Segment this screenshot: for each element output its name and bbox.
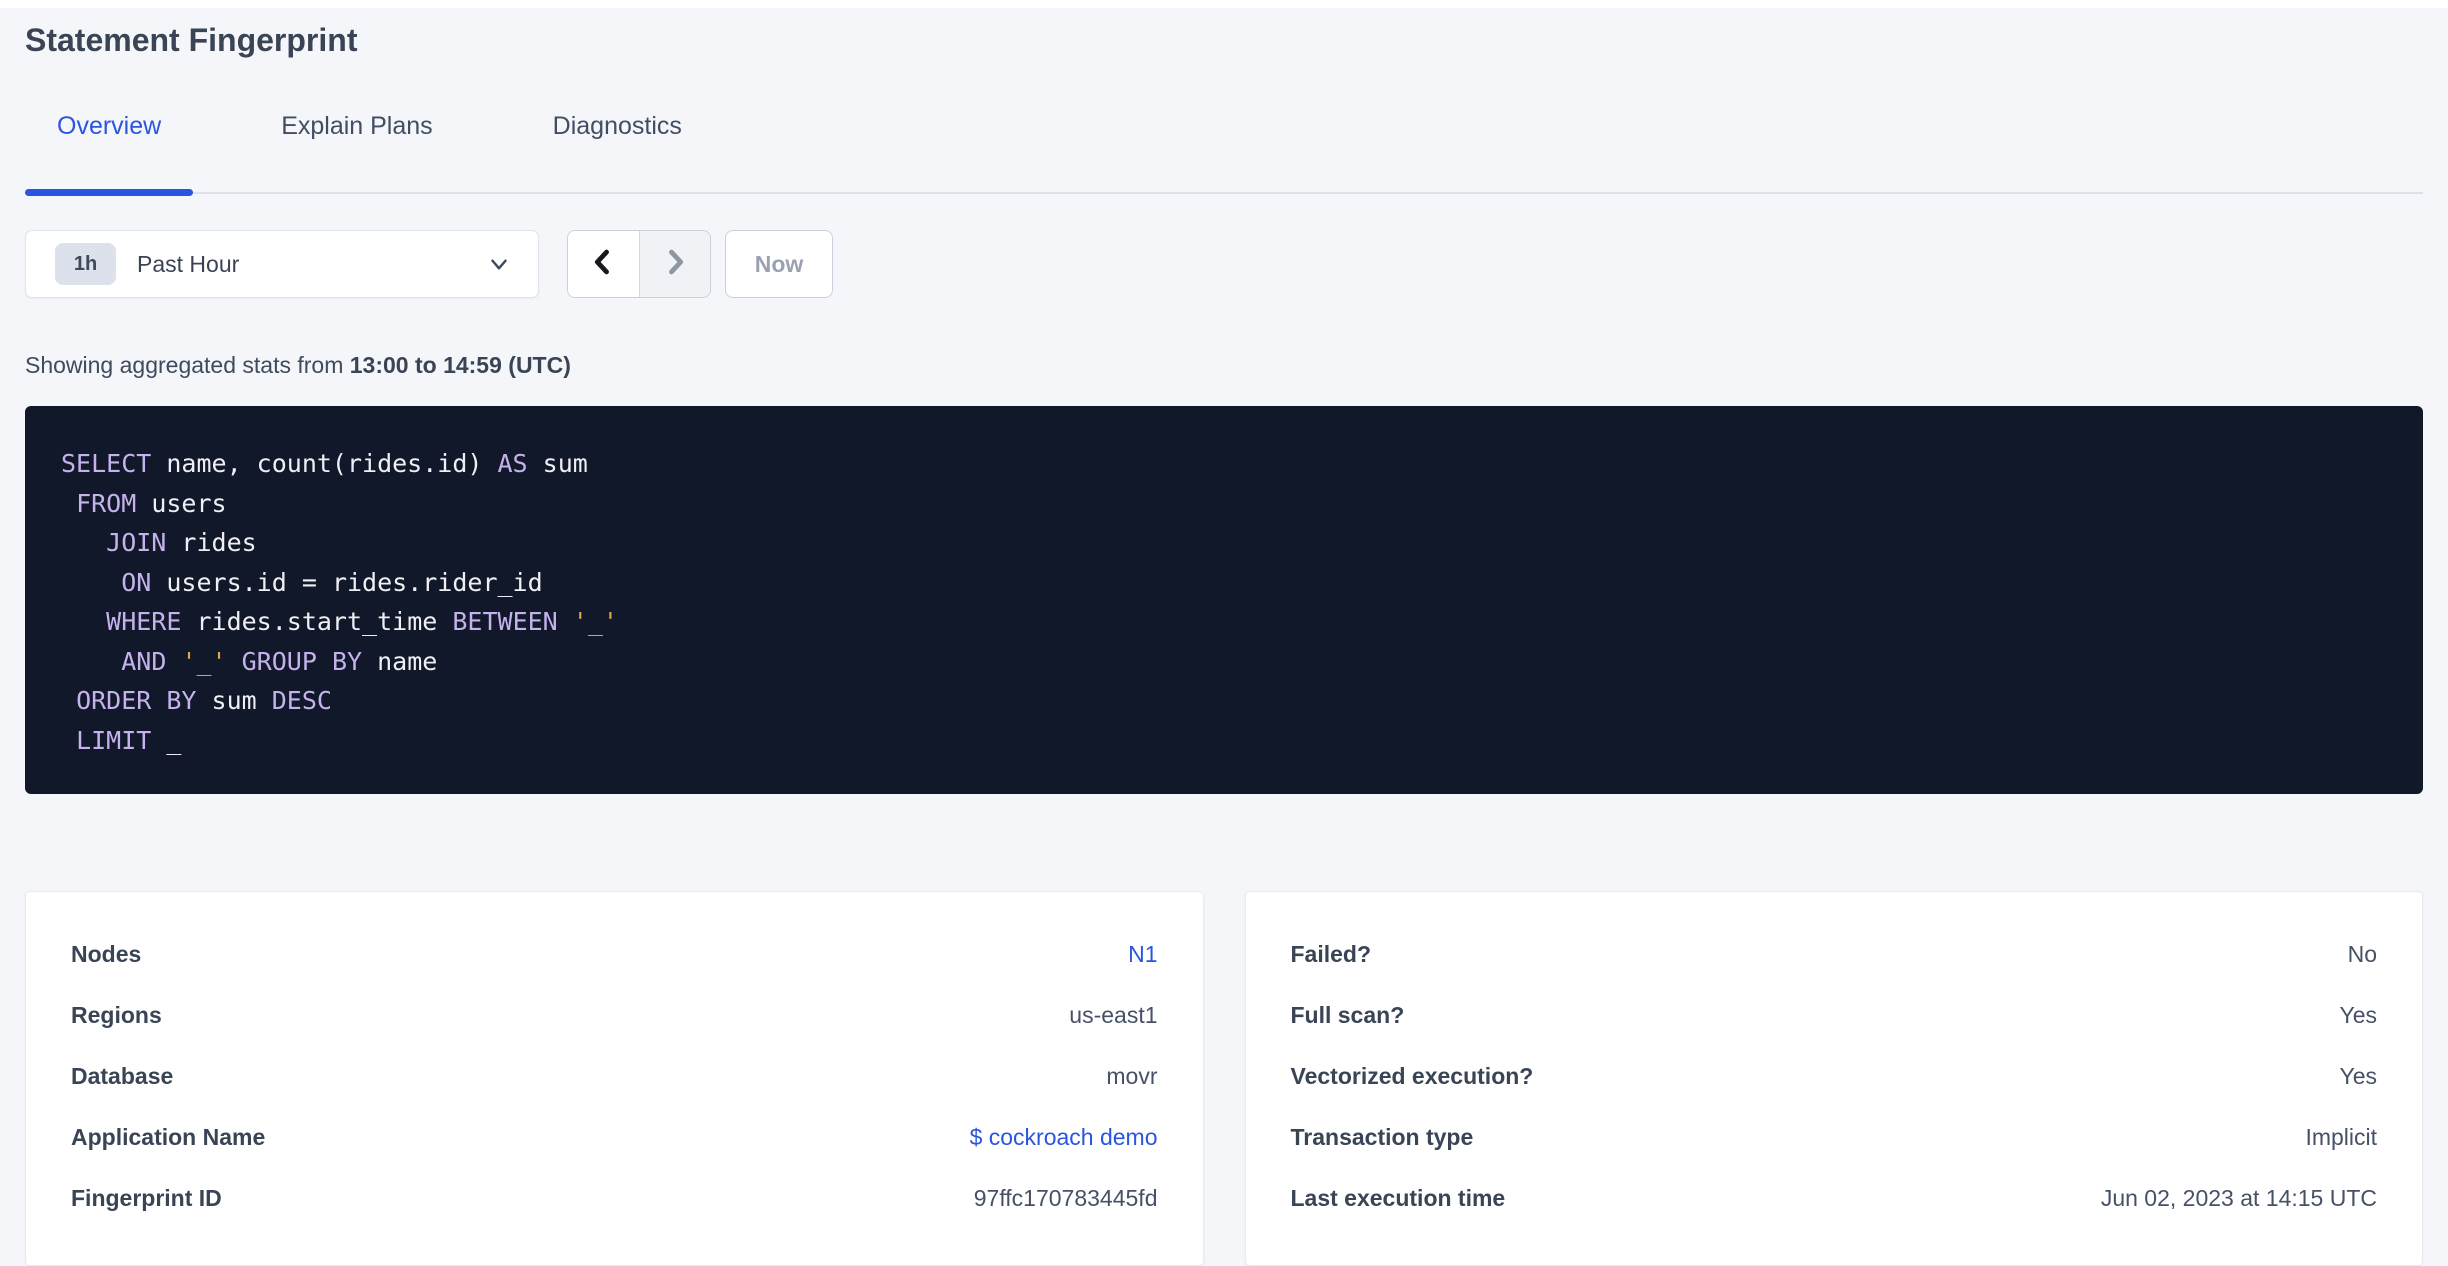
tab-diagnostics-label: Diagnostics	[552, 112, 682, 140]
info-row-value: Yes	[2339, 1063, 2377, 1089]
info-row: Nodes N1	[71, 924, 1158, 985]
tab-overview[interactable]: Overview	[25, 110, 194, 196]
info-row: Application Name $ cockroach demo	[71, 1107, 1158, 1168]
sql-line: LIMIT _	[76, 725, 182, 755]
previous-interval-button[interactable]	[568, 231, 640, 297]
info-row-value-link[interactable]: N1	[1128, 941, 1157, 968]
chevron-left-icon	[586, 245, 620, 284]
chevron-down-icon	[486, 251, 512, 277]
info-row-value: Implicit	[2305, 1124, 2377, 1150]
info-row: Last execution time Jun 02, 2023 at 14:15…	[1291, 1168, 2378, 1229]
page-title: Statement Fingerprint	[25, 22, 358, 58]
sql-statement-box: SELECT name, count(rides.id) AS sum FROM…	[25, 406, 2423, 794]
info-row-value: us-east1	[1069, 1002, 1158, 1028]
info-row: Failed? No	[1291, 924, 2378, 985]
top-strip	[0, 0, 2448, 8]
tab-explain-plans[interactable]: Explain Plans	[249, 110, 464, 192]
time-picker-row: 1h Past Hour Now	[25, 230, 2423, 298]
time-range-select[interactable]: 1h Past Hour	[25, 230, 539, 298]
info-row-value: 97ffc170783445fd	[973, 1185, 1158, 1211]
info-row-label: Database	[71, 1063, 174, 1089]
info-row-label: Regions	[71, 1002, 162, 1028]
info-cards-row: Nodes N1 Regions us-east1 Database movr Applic…	[25, 891, 2423, 1266]
statement-details-card: Nodes N1 Regions us-east1 Database movr Applic…	[25, 891, 1204, 1266]
info-row-label: Failed?	[1290, 941, 1372, 967]
info-row: Database movr	[71, 1046, 1158, 1107]
sql-line: FROM users	[76, 488, 227, 518]
execution-attributes-card: Failed? No Full scan? Yes Vectorized executi…	[1244, 891, 2423, 1266]
sql-line: ORDER BY sum DESC	[76, 686, 332, 715]
execution-attributes-rows: Failed? No Full scan? Yes Vectorized executi…	[1291, 924, 2378, 1229]
now-button-label: Now	[754, 250, 804, 277]
info-row-label: Vectorized execution?	[1290, 1063, 1534, 1089]
tab-bar: Overview Explain Plans Diagnostics	[25, 110, 2423, 196]
info-row-value-link[interactable]: $ cockroach demo	[970, 1124, 1158, 1151]
info-row-value: Jun 02, 2023 at 14:15 UTC	[2100, 1185, 2377, 1211]
sql-line: JOIN rides	[106, 528, 257, 557]
now-button[interactable]: Now	[725, 230, 833, 298]
info-row-label: Transaction type	[1290, 1124, 1474, 1150]
statement-fingerprint-page: Statement Fingerprint Overview Explain P…	[0, 20, 2448, 1266]
sql-line: SELECT name, count(rides.id) AS sum	[61, 449, 588, 478]
tab-diagnostics[interactable]: Diagnostics	[521, 110, 714, 192]
info-row-label: Full scan?	[1290, 1002, 1405, 1028]
info-row: Full scan? Yes	[1291, 985, 2378, 1046]
info-row: Transaction type Implicit	[1291, 1107, 2378, 1168]
info-row-label: Fingerprint ID	[71, 1185, 222, 1211]
aggregated-stats-line: Showing aggregated stats from 13:00 to 1…	[25, 350, 2423, 380]
time-interval-badge: 1h	[55, 243, 116, 285]
sql-line: ON users.id = rides.rider_id	[121, 567, 543, 597]
statement-details-rows: Nodes N1 Regions us-east1 Database movr Applic…	[71, 924, 1158, 1229]
info-row-value: movr	[1106, 1063, 1158, 1089]
time-nav-group	[567, 230, 711, 298]
sql-statement-code: SELECT name, count(rides.id) AS sum FROM…	[61, 444, 2387, 760]
info-row: Vectorized execution? Yes	[1291, 1046, 2378, 1107]
info-row-label: Application Name	[71, 1124, 266, 1150]
time-range-label: Past Hour	[137, 250, 240, 277]
info-row-value: Yes	[2339, 1002, 2377, 1028]
info-row-label: Last execution time	[1290, 1185, 1506, 1211]
info-row-label: Nodes	[71, 941, 142, 967]
info-row: Regions us-east1	[71, 985, 1158, 1046]
info-row-value: No	[2347, 941, 2377, 967]
next-interval-button[interactable]	[639, 231, 710, 297]
aggregated-stats-prefix: Showing aggregated stats from	[25, 352, 350, 378]
info-row: Fingerprint ID 97ffc170783445fd	[71, 1168, 1158, 1229]
sql-line: WHERE rides.start_time BETWEEN '_'	[106, 607, 618, 636]
aggregated-stats-range: 13:00 to 14:59 (UTC)	[349, 352, 571, 378]
sql-line: AND '_' GROUP BY name	[121, 646, 438, 676]
chevron-right-icon	[658, 245, 692, 284]
active-tab-indicator	[25, 189, 194, 196]
tab-explain-plans-label: Explain Plans	[281, 112, 433, 140]
tab-overview-label: Overview	[57, 112, 162, 140]
